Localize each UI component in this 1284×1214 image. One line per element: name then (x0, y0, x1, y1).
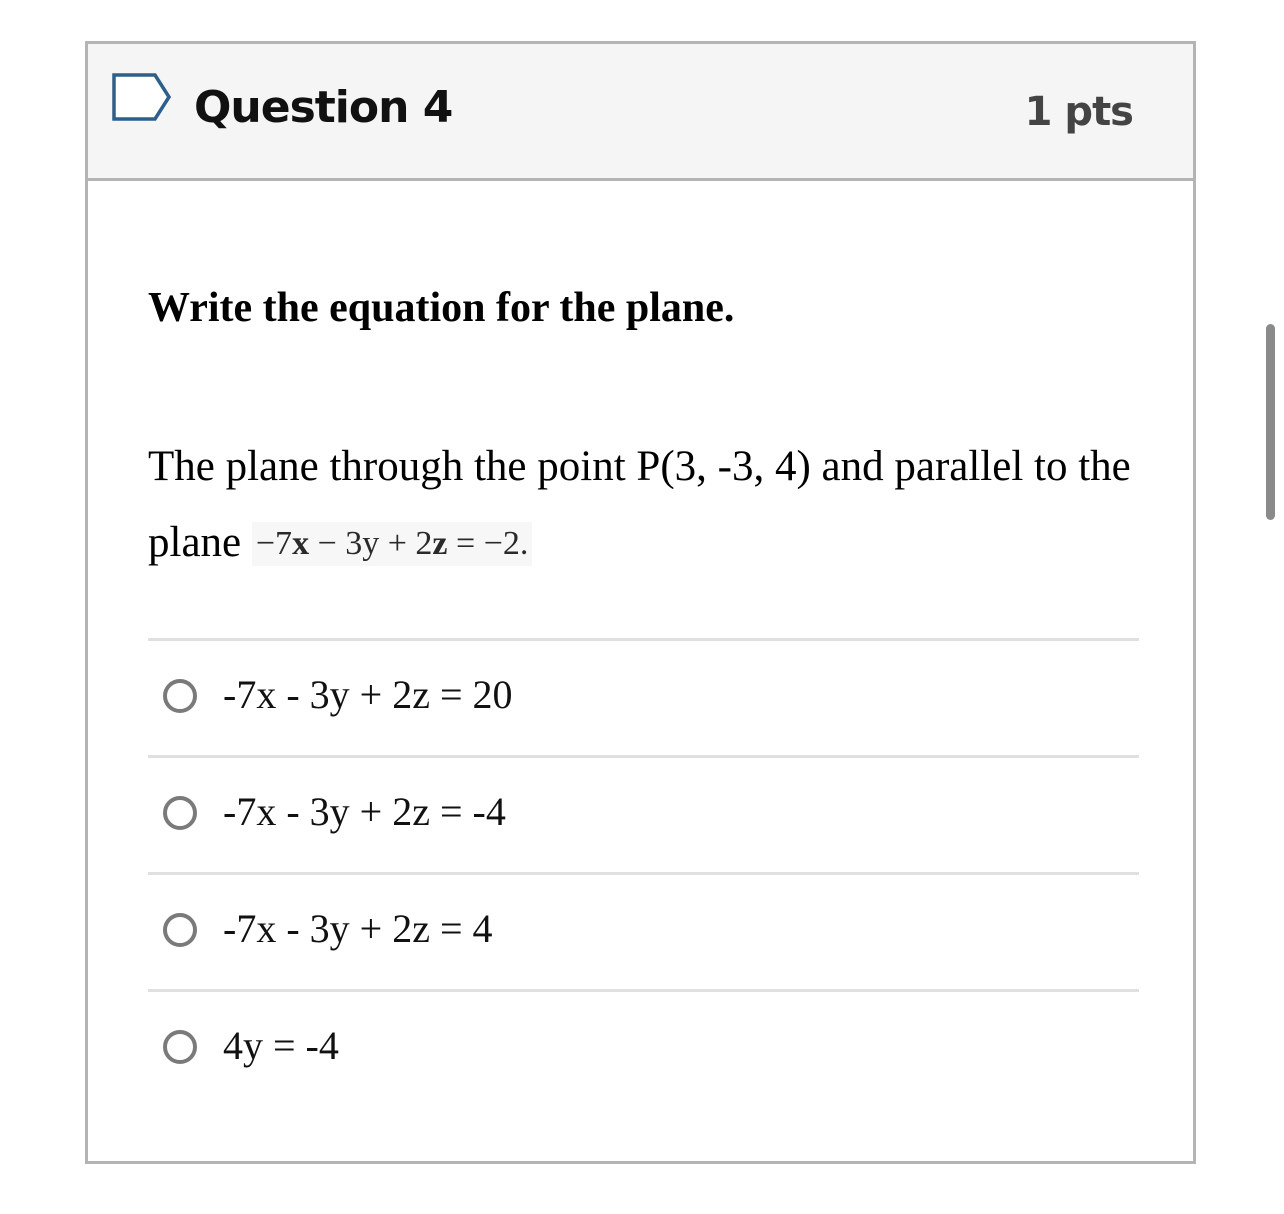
answer-option[interactable]: -7x - 3y + 2z = 20 (148, 638, 1139, 755)
answer-label[interactable]: 4y = -4 (223, 1020, 339, 1072)
equation-var-x: x (292, 525, 310, 562)
radio-unchecked-icon[interactable] (163, 913, 197, 947)
answer-option[interactable]: -7x - 3y + 2z = -4 (148, 755, 1139, 872)
scrollbar-thumb[interactable] (1266, 324, 1275, 520)
prompt-heading: Write the equation for the plane. (148, 285, 735, 331)
equation-part: − 3y + 2 (309, 525, 433, 562)
question-title: Question 4 (194, 82, 453, 133)
answer-label[interactable]: -7x - 3y + 2z = 4 (223, 903, 493, 955)
answer-option[interactable]: -7x - 3y + 2z = 4 (148, 872, 1139, 989)
equation-part: = −2. (447, 525, 529, 562)
radio-unchecked-icon[interactable] (163, 1030, 197, 1064)
prompt-body: The plane through the point P(3, -3, 4) … (148, 429, 1148, 581)
answer-option[interactable]: 4y = -4 (148, 989, 1139, 1106)
radio-unchecked-icon[interactable] (163, 796, 197, 830)
question-card: Question 4 1 pts Write the equation for … (85, 41, 1196, 1164)
answer-label[interactable]: -7x - 3y + 2z = 20 (223, 669, 513, 721)
question-points: 1 pts (1024, 89, 1134, 135)
answers-list: -7x - 3y + 2z = 20 -7x - 3y + 2z = -4 -7… (148, 638, 1139, 1106)
answer-label[interactable]: -7x - 3y + 2z = -4 (223, 786, 506, 838)
flag-question-icon[interactable] (111, 72, 173, 122)
radio-unchecked-icon[interactable] (163, 679, 197, 713)
equation-var-z: z (432, 525, 448, 562)
equation-part: −7 (255, 525, 293, 562)
reference-equation-image: −7x − 3y + 2z = −2. (251, 522, 533, 566)
question-header: Question 4 1 pts (88, 44, 1193, 181)
